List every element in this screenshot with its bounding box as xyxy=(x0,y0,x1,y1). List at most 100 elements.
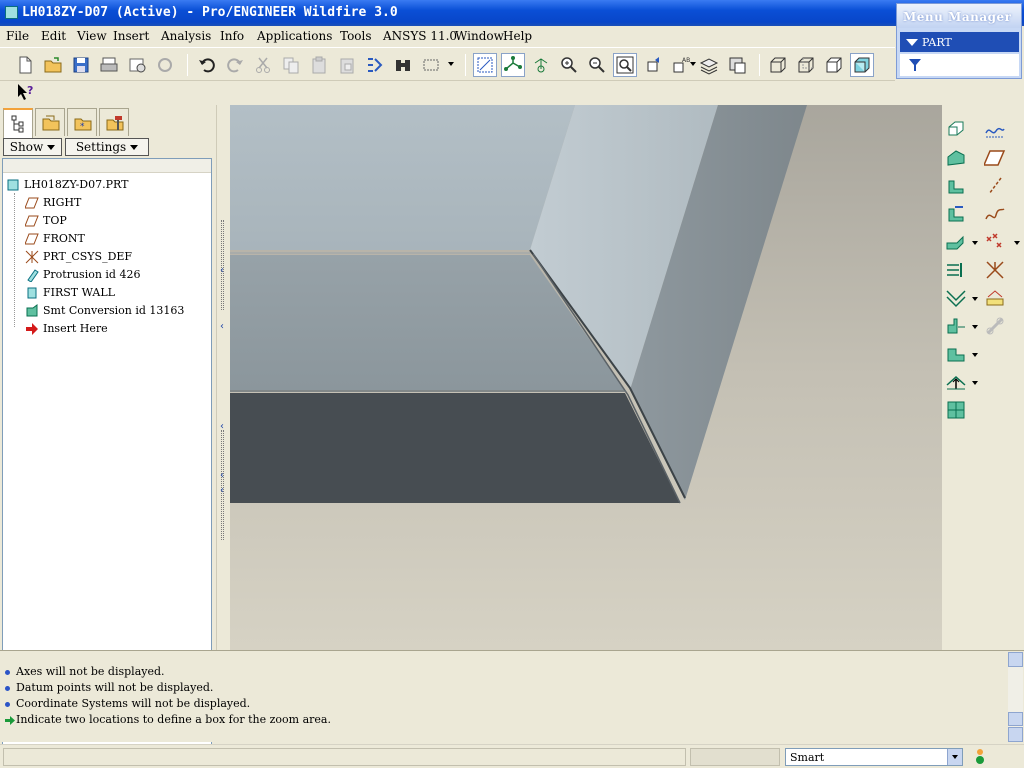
window-title: LH018ZY-D07 (Active) - Pro/ENGINEER Wild… xyxy=(22,5,398,20)
new-file-icon[interactable] xyxy=(13,53,37,77)
part-icon xyxy=(6,178,20,192)
coordinate-system-tool-icon[interactable] xyxy=(984,259,1008,283)
redo-icon[interactable] xyxy=(223,53,247,77)
menu-manager-filter[interactable] xyxy=(900,54,1019,76)
sketched-curve-icon[interactable] xyxy=(984,119,1008,143)
menu-tools[interactable]: Tools xyxy=(340,29,372,43)
copy-icon[interactable] xyxy=(279,53,303,77)
collapse-left-icon[interactable]: ‹ xyxy=(220,485,224,496)
zoom-out-icon[interactable] xyxy=(585,53,609,77)
scroll-down-icon[interactable] xyxy=(1008,727,1023,742)
settings-button[interactable]: Settings xyxy=(65,138,149,156)
analysis-feature-icon[interactable] xyxy=(984,287,1008,311)
open-folder-icon[interactable] xyxy=(41,53,65,77)
panel-sash[interactable]: ‹ ‹ ‹ ‹ ‹ xyxy=(216,105,228,650)
no-hidden-icon[interactable] xyxy=(822,53,846,77)
menu-info[interactable]: Info xyxy=(220,29,244,43)
regenerate-icon[interactable] xyxy=(363,53,387,77)
menu-window[interactable]: Window xyxy=(455,29,504,43)
selection-box-icon[interactable] xyxy=(419,53,443,77)
collapse-left-icon[interactable]: ‹ xyxy=(220,421,224,432)
view-manager-icon[interactable] xyxy=(725,53,749,77)
menu-ansys[interactable]: ANSYS 11.0 xyxy=(383,29,457,43)
tab-connections[interactable] xyxy=(99,108,129,136)
menu-applications[interactable]: Applications xyxy=(257,29,332,43)
datum-point-display-icon[interactable] xyxy=(529,53,553,77)
menu-manager-part[interactable]: PART xyxy=(900,32,1019,52)
navigator-panel: * Show Settings LH018ZY-D07.PRT RIGHT TO… xyxy=(0,105,216,750)
datum-plane-icon xyxy=(24,196,39,210)
chevron-down-icon[interactable] xyxy=(947,749,962,765)
collapse-left-icon[interactable]: ‹ xyxy=(220,265,224,276)
show-button[interactable]: Show xyxy=(3,138,62,156)
datum-plane-display-icon[interactable] xyxy=(473,53,497,77)
selection-filter-select[interactable]: Smart xyxy=(785,748,963,766)
message-line: Indicate two locations to define a box f… xyxy=(5,713,331,726)
refit-icon[interactable] xyxy=(613,53,637,77)
collapse-left-icon[interactable]: ‹ xyxy=(220,470,224,481)
flange-wall-icon[interactable] xyxy=(945,175,969,199)
undo-icon[interactable] xyxy=(195,53,219,77)
flat-wall-icon[interactable] xyxy=(945,147,969,171)
graphics-viewport[interactable] xyxy=(230,105,942,650)
tab-model-tree[interactable] xyxy=(3,108,33,138)
save-icon[interactable] xyxy=(69,53,93,77)
secondary-toolbar: ? xyxy=(0,80,228,104)
folder-browser-icon xyxy=(42,115,60,131)
menu-analysis[interactable]: Analysis xyxy=(161,29,211,43)
edge-rip-icon[interactable] xyxy=(945,259,969,283)
insert-here-arrow-icon xyxy=(25,322,39,336)
paste-special-icon[interactable] xyxy=(335,53,359,77)
info-bullet-icon xyxy=(5,685,10,691)
menu-file[interactable]: File xyxy=(6,29,29,43)
title-bar: LH018ZY-D07 (Active) - Pro/ENGINEER Wild… xyxy=(0,0,1024,26)
cut-icon[interactable] xyxy=(251,53,275,77)
send-email-icon[interactable] xyxy=(125,53,149,77)
datum-curve-tool-icon[interactable] xyxy=(984,203,1008,227)
scroll-thumb[interactable] xyxy=(1008,712,1023,726)
menu-help[interactable]: Help xyxy=(503,29,532,43)
convert-icon[interactable] xyxy=(945,371,969,395)
send-link-icon[interactable] xyxy=(153,53,177,77)
print-icon[interactable] xyxy=(97,53,121,77)
protrusion-icon xyxy=(25,268,39,283)
datum-axis-tool-icon[interactable] xyxy=(984,175,1008,199)
reorient-icon[interactable] xyxy=(641,53,665,77)
status-light-icon xyxy=(976,749,984,764)
datum-plane-tool-icon[interactable] xyxy=(982,147,1008,171)
disabled-link-icon[interactable] xyxy=(984,315,1008,339)
menu-bar: File Edit View Insert Analysis Info Appl… xyxy=(0,26,1024,46)
info-bullet-icon xyxy=(5,669,10,675)
svg-text:?: ? xyxy=(27,84,33,97)
wireframe-icon[interactable] xyxy=(766,53,790,77)
zoom-in-icon[interactable] xyxy=(557,53,581,77)
context-help-icon[interactable]: ? xyxy=(13,80,37,104)
shading-icon[interactable] xyxy=(850,53,874,77)
menu-edit[interactable]: Edit xyxy=(41,29,66,43)
extrude-icon[interactable] xyxy=(945,119,969,143)
layers-icon[interactable] xyxy=(697,53,721,77)
paste-icon[interactable] xyxy=(307,53,331,77)
corner-seam-icon[interactable] xyxy=(945,399,969,423)
hidden-line-icon[interactable] xyxy=(794,53,818,77)
message-scrollbar[interactable] xyxy=(1008,652,1023,742)
tab-favorites[interactable]: * xyxy=(67,108,97,136)
menu-view[interactable]: View xyxy=(77,29,107,43)
unbend-icon[interactable] xyxy=(945,203,969,227)
flatten-icon[interactable] xyxy=(945,343,969,367)
collapse-left-icon[interactable]: ‹ xyxy=(220,321,224,332)
form-icon[interactable] xyxy=(945,315,969,339)
datum-point-tool-icon[interactable] xyxy=(984,231,1008,255)
filter-funnel-icon xyxy=(909,59,921,71)
model-render xyxy=(230,105,942,650)
status-bar: Smart xyxy=(0,744,1024,768)
find-binoculars-icon[interactable] xyxy=(391,53,415,77)
status-cell xyxy=(690,748,780,766)
corner-relief-icon[interactable] xyxy=(945,287,969,311)
menu-insert[interactable]: Insert xyxy=(113,29,149,43)
first-wall-icon xyxy=(25,286,39,300)
tab-folder-browser[interactable] xyxy=(35,108,65,136)
bend-icon[interactable] xyxy=(945,231,969,255)
scroll-up-icon[interactable] xyxy=(1008,652,1023,667)
datum-axis-display-icon[interactable] xyxy=(501,53,525,77)
